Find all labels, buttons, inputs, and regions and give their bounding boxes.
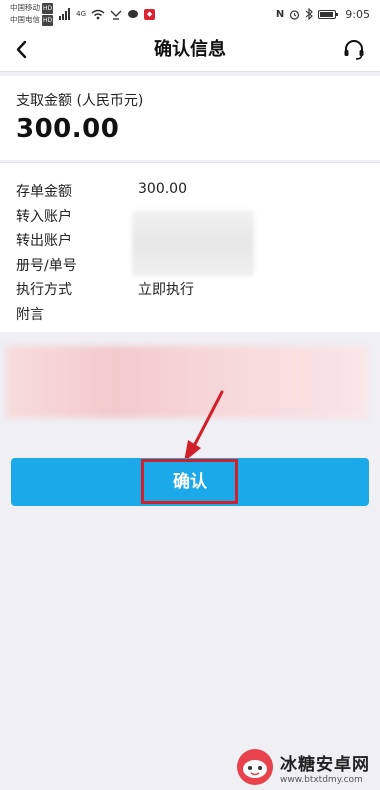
page-title: 确认信息: [154, 39, 226, 60]
detail-row-deposit-amount: 存单金额 300.00: [0, 181, 380, 206]
watermark-logo-icon: [237, 749, 273, 785]
watermark: 冰糖安卓网 www.btxtdmy.com: [234, 746, 370, 788]
carrier-info: 中国移动 HD 中国电信 HD: [10, 2, 54, 26]
notification-icon: [110, 10, 122, 20]
hd-badge: HD: [42, 15, 54, 26]
detail-card: 存单金额 300.00 转入账户 转出账户 册号/单号 执行方式 立即执行 附言: [0, 162, 380, 332]
amount-value: 300.00: [16, 114, 120, 144]
wifi-icon: [91, 9, 105, 19]
carrier-2: 中国电信: [10, 15, 40, 24]
network-type: 4G: [76, 10, 87, 18]
detail-key: 转入账户: [16, 208, 72, 225]
watermark-name: 冰糖安卓网: [280, 754, 370, 775]
alarm-icon: [290, 9, 300, 20]
nfc-icon: N: [275, 8, 285, 20]
clock: 9:05: [345, 7, 370, 21]
status-bar: 中国移动 HD 中国电信 HD 4G ◆ N 9:05: [0, 0, 380, 28]
detail-key: 存单金额: [16, 184, 72, 200]
battery-icon: [318, 9, 339, 19]
detail-key: 执行方式: [16, 282, 72, 299]
signal-icon: [59, 8, 71, 20]
amount-label: 支取金额 (人民币元): [16, 93, 144, 109]
detail-value: 立即执行: [138, 282, 194, 299]
detail-row-execution-mode: 执行方式 立即执行: [0, 279, 380, 304]
app-notification-icon: ◆: [144, 8, 156, 20]
detail-value: 300.00: [138, 181, 187, 197]
carrier-1: 中国移动: [10, 3, 40, 12]
amount-card: 支取金额 (人民币元) 300.00: [0, 76, 380, 160]
message-icon: [128, 9, 139, 18]
detail-key: 附言: [16, 306, 44, 323]
detail-key: 册号/单号: [16, 257, 77, 274]
annotation-arrow: [184, 390, 224, 462]
watermark-url: www.btxtdmy.com: [280, 774, 363, 785]
highlight-box: [141, 459, 238, 504]
bluetooth-icon: [305, 8, 314, 20]
masked-account-info: [132, 210, 254, 276]
detail-row-note: 附言: [0, 304, 380, 329]
hd-badge: HD: [42, 3, 54, 14]
headset-icon[interactable]: [342, 38, 366, 62]
nav-bar: 确认信息: [0, 28, 380, 72]
detail-key: 转出账户: [16, 233, 72, 250]
